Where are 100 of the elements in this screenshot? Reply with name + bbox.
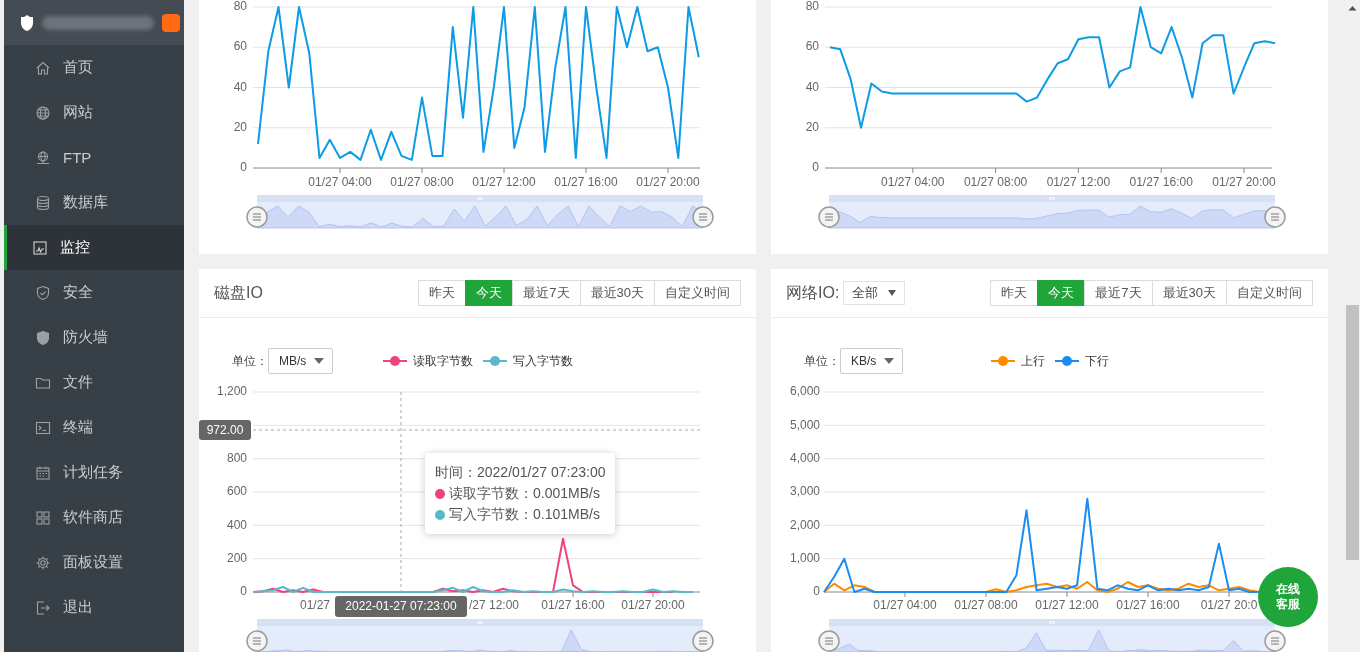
nav-item[interactable]: 数据库 bbox=[4, 180, 184, 225]
axis-label: 01/27 16:00 bbox=[1116, 598, 1180, 612]
axis-label: 01/27 08:00 bbox=[954, 598, 1018, 612]
chart-icon bbox=[32, 239, 48, 256]
axis-label: 5,000 bbox=[789, 417, 820, 432]
range-tab[interactable]: 最近7天 bbox=[512, 280, 581, 306]
unit-dropdown[interactable]: KB/s bbox=[840, 348, 904, 374]
nav-item[interactable]: 监控 bbox=[4, 225, 184, 270]
tooltip-row-text: 写入字节数：0.101MB/s bbox=[449, 505, 600, 524]
range-tab[interactable]: 最近30天 bbox=[1151, 280, 1227, 306]
axis-label: 20 bbox=[805, 119, 819, 134]
caret-icon bbox=[314, 358, 325, 364]
nav-item[interactable]: 面板设置 bbox=[4, 540, 184, 585]
axis-label: 01/27 20:00 bbox=[621, 598, 685, 612]
axis-label: 40 bbox=[233, 79, 247, 94]
axis-label: 6,000 bbox=[789, 384, 820, 399]
unit-label: 单位： bbox=[804, 352, 840, 370]
axis-label: 400 bbox=[226, 517, 247, 532]
nav-item[interactable]: 计划任务 bbox=[4, 450, 184, 495]
calendar-icon bbox=[35, 464, 51, 481]
axis-label: 01/27 12:00 bbox=[1035, 598, 1099, 612]
ref-line-label: 972.00 bbox=[206, 423, 244, 438]
unit-dropdown[interactable]: MB/s bbox=[268, 348, 334, 374]
scrollbar-thumb[interactable] bbox=[1346, 305, 1359, 560]
axis-label: 80 bbox=[805, 0, 819, 14]
axis-label: 1,200 bbox=[216, 384, 247, 399]
range-slider[interactable] bbox=[828, 195, 1276, 229]
range-slider[interactable] bbox=[256, 619, 704, 652]
range-tab[interactable]: 昨天 bbox=[418, 280, 467, 306]
range-tab[interactable]: 自定义时间 bbox=[654, 280, 741, 306]
axis-label: 01/27 08:00 bbox=[963, 175, 1028, 189]
terminal-icon bbox=[35, 419, 51, 436]
axis-pointer-label: 2022-01-27 07:23:00 bbox=[335, 596, 467, 617]
unit-label: 单位： bbox=[232, 352, 268, 370]
axis-label: 60 bbox=[233, 39, 247, 54]
nav-item[interactable]: 网站 bbox=[4, 90, 184, 135]
axis-label: 01/27 16:00 bbox=[541, 598, 605, 612]
axis-label: 0 bbox=[812, 160, 819, 175]
axis-label: /27 12:00 bbox=[469, 598, 520, 612]
shield-check-icon bbox=[35, 284, 51, 301]
axis-label: 01/27 20:00 bbox=[1212, 175, 1276, 189]
range-tab[interactable]: 最近30天 bbox=[579, 280, 655, 306]
axis-label: 20 bbox=[233, 119, 247, 134]
range-tab[interactable]: 自定义时间 bbox=[1226, 280, 1313, 306]
panel-title: 磁盘IO bbox=[214, 282, 263, 303]
axis-label: 4,000 bbox=[789, 450, 820, 465]
slider-handle[interactable] bbox=[818, 206, 840, 228]
shield-icon bbox=[35, 329, 51, 346]
database-icon bbox=[35, 194, 51, 211]
legend-label: 写入字节数 bbox=[512, 352, 573, 370]
range-tab[interactable]: 昨天 bbox=[990, 280, 1039, 306]
slider-handle[interactable] bbox=[246, 630, 268, 652]
axis-label: 01/27 20:0 bbox=[1200, 598, 1258, 612]
slider-handle[interactable] bbox=[1264, 206, 1286, 228]
logout-icon bbox=[35, 599, 51, 616]
filter-dropdown[interactable]: 全部 bbox=[843, 281, 906, 305]
axis-label: 40 bbox=[805, 79, 819, 94]
nav-item[interactable]: 文件 bbox=[4, 360, 184, 405]
axis-label: 01/27 20:00 bbox=[636, 175, 700, 189]
axis-label: 80 bbox=[233, 0, 247, 14]
nav-item[interactable]: 首页 bbox=[4, 45, 184, 90]
axis-label: 01/27 12:00 bbox=[1046, 175, 1111, 189]
slider-handle[interactable] bbox=[692, 206, 714, 228]
range-slider[interactable] bbox=[828, 619, 1276, 652]
slider-handle[interactable] bbox=[692, 630, 714, 652]
legend-label: 上行 bbox=[1020, 352, 1045, 370]
caret-icon bbox=[884, 358, 895, 364]
nav-item[interactable]: FTP bbox=[4, 135, 184, 180]
axis-label: 01/27 bbox=[299, 598, 330, 612]
nav-item[interactable]: 退出 bbox=[4, 585, 184, 630]
axis-label: 3,000 bbox=[789, 484, 820, 499]
slider-handle[interactable] bbox=[246, 206, 268, 228]
globe-stand-icon bbox=[35, 149, 51, 166]
home-icon bbox=[35, 59, 51, 76]
globe-icon bbox=[35, 104, 51, 121]
tooltip-row-text: 读取字节数：0.001MB/s bbox=[449, 484, 600, 503]
axis-label: 600 bbox=[226, 484, 247, 499]
legend-label: 读取字节数 bbox=[412, 352, 473, 370]
axis-label: 0 bbox=[813, 584, 820, 599]
caret-icon bbox=[888, 290, 897, 296]
nav-item[interactable]: 软件商店 bbox=[4, 495, 184, 540]
range-tab[interactable]: 最近7天 bbox=[1084, 280, 1153, 306]
nav-item[interactable]: 防火墙 bbox=[4, 315, 184, 360]
range-slider[interactable] bbox=[256, 195, 704, 229]
axis-pointer-label: 972.00 bbox=[199, 420, 251, 440]
panel-title: 网络IO: bbox=[786, 282, 840, 303]
nav-item[interactable]: 安全 bbox=[4, 270, 184, 315]
nav-item[interactable]: 终端 bbox=[4, 405, 184, 450]
shield-logo-icon bbox=[18, 13, 36, 32]
tooltip-title: 时间：2022/01/27 07:23:00 bbox=[435, 463, 606, 482]
axis-label: 0 bbox=[240, 160, 247, 175]
axis-label: 01/27 04:00 bbox=[308, 175, 372, 189]
axis-label: 2,000 bbox=[789, 517, 820, 532]
axis-label: 200 bbox=[226, 550, 247, 565]
axis-label: 1,000 bbox=[789, 550, 820, 565]
axis-label: 01/27 12:00 bbox=[472, 175, 536, 189]
axis-label: 800 bbox=[226, 450, 247, 465]
slider-handle[interactable] bbox=[818, 630, 840, 652]
axis-label: 60 bbox=[805, 39, 819, 54]
slider-handle[interactable] bbox=[1264, 630, 1286, 652]
